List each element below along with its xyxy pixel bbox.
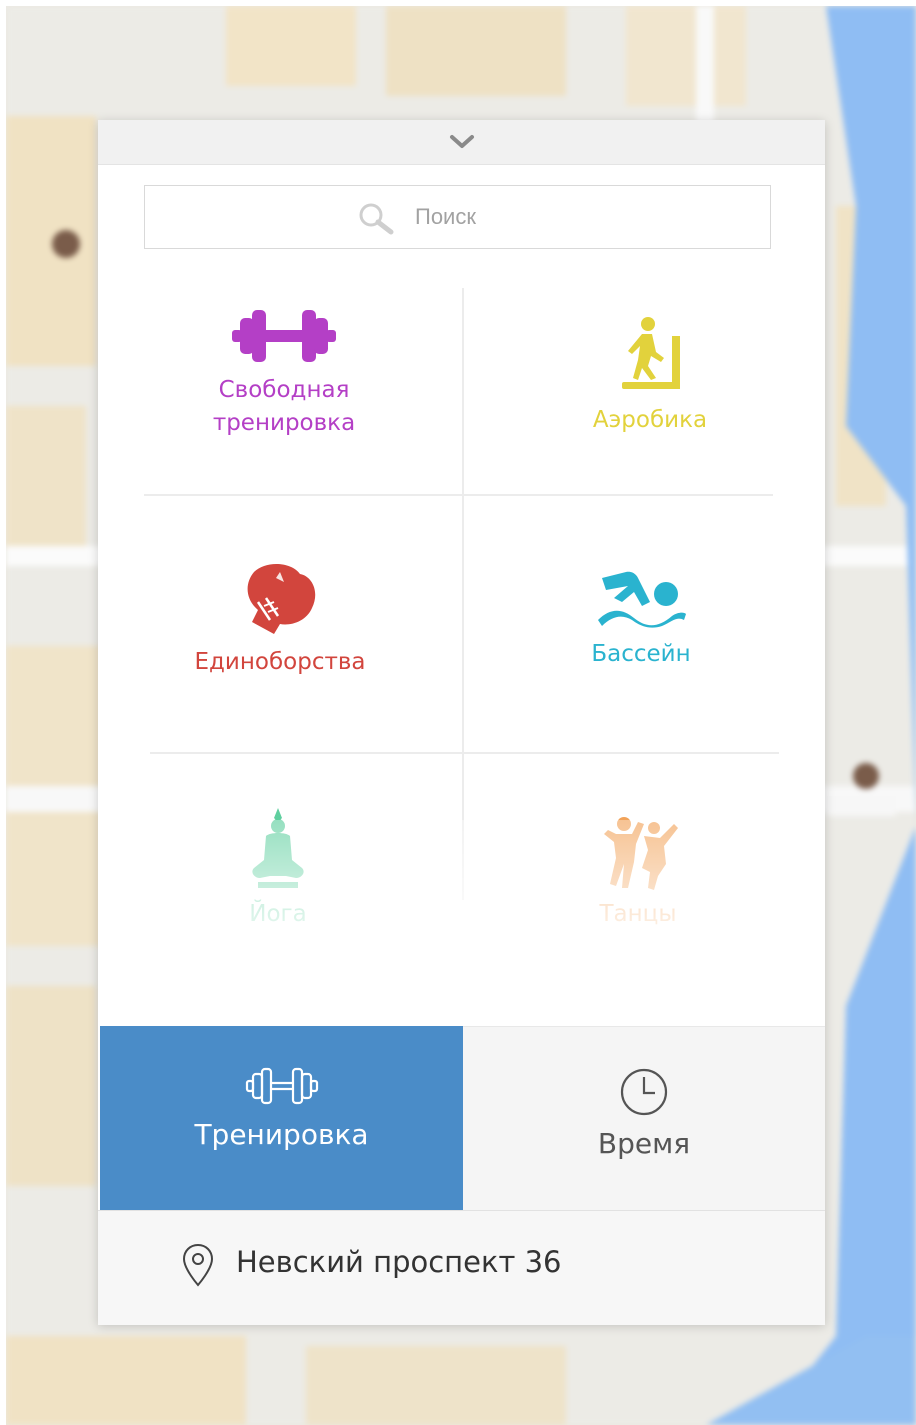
- yoga-icon: [252, 808, 304, 888]
- clock-icon: [620, 1068, 668, 1116]
- tab-time[interactable]: Время: [463, 1026, 825, 1211]
- tab-label: Время: [597, 1127, 691, 1160]
- category-label: Танцы: [599, 901, 677, 927]
- dumbbell-outline-icon: [245, 1067, 318, 1105]
- tab-training[interactable]: Тренировка: [100, 1026, 463, 1210]
- boxing-glove-icon: [247, 563, 316, 634]
- location-pin-icon: [182, 1243, 214, 1287]
- panel-handle[interactable]: [98, 120, 825, 165]
- category-martial-arts[interactable]: Единоборства: [130, 558, 430, 679]
- chevron-down-icon[interactable]: [449, 130, 475, 152]
- category-free-training[interactable]: Свободная тренировка: [134, 306, 434, 440]
- grid-divider-vertical: [462, 288, 464, 900]
- search-input[interactable]: [415, 196, 715, 238]
- category-label: Бассейн: [591, 641, 691, 667]
- category-pool[interactable]: Бассейн: [491, 568, 791, 671]
- category-yoga[interactable]: Йога: [128, 806, 428, 931]
- dumbbell-icon: [232, 310, 336, 362]
- address-bar[interactable]: Невский проспект 36: [98, 1210, 825, 1325]
- category-label: Аэробика: [592, 407, 708, 433]
- tab-label: Тренировка: [194, 1118, 369, 1151]
- search-box[interactable]: [144, 185, 771, 249]
- swimmer-icon: [598, 571, 686, 628]
- category-label: Йога: [249, 901, 307, 927]
- treadmill-icon: [622, 317, 680, 389]
- address-text: Невский проспект 36: [236, 1245, 562, 1279]
- category-label: Единоборства: [194, 649, 366, 675]
- workout-panel: Свободная тренировка Аэробика Единоборст…: [98, 120, 825, 1325]
- category-aerobics[interactable]: Аэробика: [500, 316, 800, 437]
- grid-divider-horizontal: [144, 494, 773, 496]
- grid-divider-horizontal: [150, 752, 779, 754]
- search-icon: [359, 203, 394, 235]
- dancers-icon: [604, 817, 678, 890]
- category-label: Свободная тренировка: [212, 377, 356, 436]
- category-dance[interactable]: Танцы: [488, 814, 788, 931]
